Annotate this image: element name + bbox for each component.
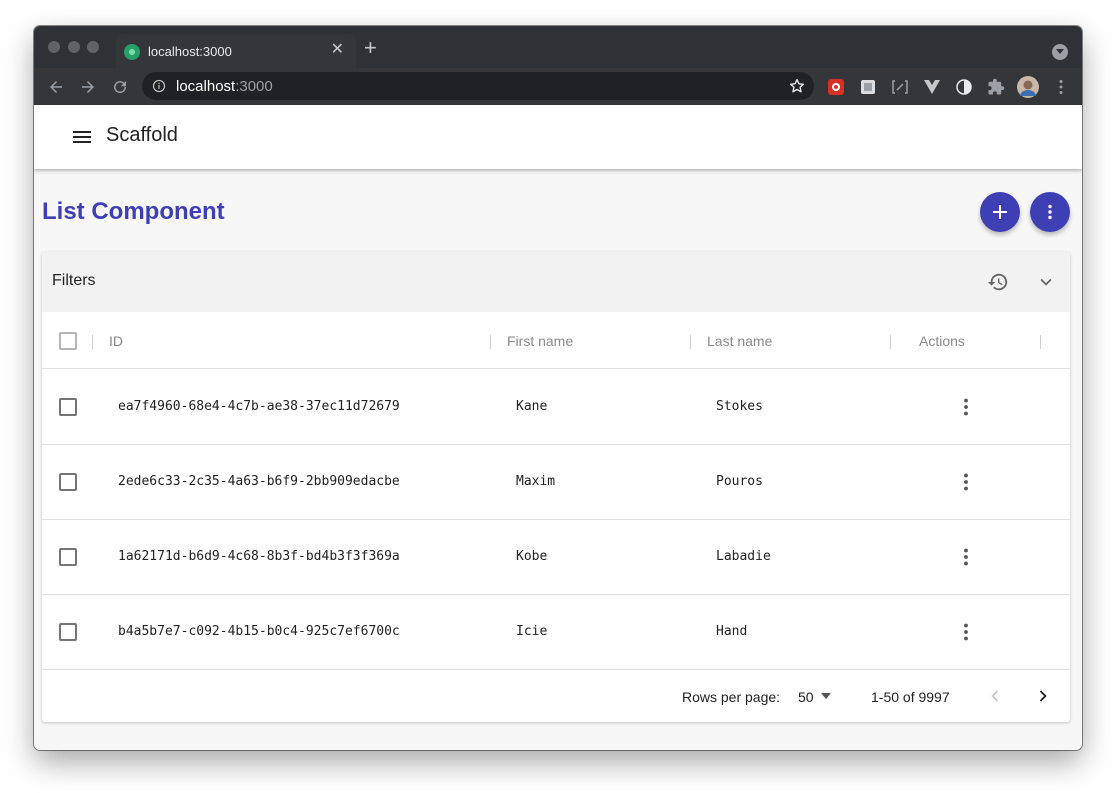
filters-title: Filters [52,272,96,289]
forward-icon[interactable] [79,78,97,96]
browser-tab[interactable]: localhost:3000 ✕ [116,34,356,68]
previous-page-icon[interactable] [984,685,1006,707]
next-page-icon[interactable] [1032,685,1054,707]
column-separator[interactable] [1040,335,1041,349]
row-actions-icon[interactable] [958,397,974,417]
cell-first-name: Maxim [516,474,556,489]
cell-last-name: Hand [716,624,748,639]
row-checkbox[interactable] [59,398,77,416]
cell-first-name: Icie [516,624,548,639]
column-header-first-name[interactable]: First name [507,333,573,349]
plus-icon [993,205,1007,219]
more-actions-button[interactable] [1030,192,1070,232]
row-checkbox[interactable] [59,548,77,566]
cell-last-name: Pouros [716,474,763,489]
cell-last-name: Labadie [716,549,771,564]
vue-devtools-icon[interactable] [923,78,941,96]
close-tab-icon[interactable]: ✕ [331,42,344,58]
row-checkbox[interactable] [59,623,77,641]
close-window-button[interactable] [48,41,60,53]
column-header-last-name[interactable]: Last name [707,333,772,349]
row-checkbox[interactable] [59,473,77,491]
table-row[interactable]: ea7f4960-68e4-4c7b-ae38-37ec11d72679 Kan… [42,370,1070,445]
chevron-down-icon[interactable] [1035,271,1057,293]
browser-toolbar: localhost:3000 [34,68,1082,105]
more-vert-icon [1048,204,1052,220]
menu-icon[interactable] [72,127,92,147]
column-separator[interactable] [890,335,891,349]
new-tab-icon[interactable]: + [364,37,377,59]
cell-id: 2ede6c33-2c35-4a63-b6f9-2bb909edacbe [118,474,400,489]
extension-red-icon[interactable] [827,78,845,96]
column-separator[interactable] [690,335,691,349]
table-header: ID First name Last name Actions [42,312,1070,369]
add-button[interactable] [980,192,1020,232]
list-card: Filters ID First name Last name Actions … [42,252,1070,722]
table-row[interactable]: 1a62171d-b6d9-4c68-8b3f-bd4b3f3f369a Kob… [42,520,1070,595]
avatar[interactable] [1017,76,1039,98]
extensions-puzzle-icon[interactable] [987,78,1005,96]
cell-id: ea7f4960-68e4-4c7b-ae38-37ec11d72679 [118,399,400,414]
page-range: 1-50 of 9997 [871,689,950,705]
app-title: Scaffold [106,124,178,146]
maximize-window-button[interactable] [87,41,99,53]
browser-window: localhost:3000 ✕ + localhost:3000 Scaffo… [34,26,1082,750]
cell-id: b4a5b7e7-c092-4b15-b0c4-925c7ef6700c [118,624,400,639]
extension-gray-icon[interactable] [859,78,877,96]
back-icon[interactable] [47,78,65,96]
cell-id: 1a62171d-b6d9-4c68-8b3f-bd4b3f3f369a [118,549,400,564]
table-row[interactable]: b4a5b7e7-c092-4b15-b0c4-925c7ef6700c Ici… [42,595,1070,670]
cell-first-name: Kobe [516,549,548,564]
row-actions-icon[interactable] [958,547,974,567]
star-icon[interactable] [788,77,806,95]
minimize-window-button[interactable] [68,41,80,53]
reload-icon[interactable] [111,78,129,96]
column-separator[interactable] [490,335,491,349]
cell-last-name: Stokes [716,399,763,414]
favicon-icon [124,44,140,60]
url-host: localhost [176,78,236,95]
row-actions-icon[interactable] [958,622,974,642]
filters-panel[interactable]: Filters [42,252,1070,312]
column-separator[interactable] [92,335,93,349]
tab-strip: localhost:3000 ✕ + [34,26,1082,68]
caret-down-icon[interactable] [820,692,832,700]
page-title: List Component [42,198,225,225]
rows-per-page-select[interactable]: 50 [798,689,814,705]
row-actions-icon[interactable] [958,472,974,492]
app-bar: Scaffold [34,105,1082,169]
url-port: :3000 [235,78,273,95]
url-text: localhost:3000 [176,78,273,95]
tab-title: localhost:3000 [148,44,232,59]
tab-search-icon[interactable] [1052,44,1068,60]
extension-bracket-icon[interactable] [891,78,909,96]
dark-mode-icon[interactable] [955,78,973,96]
column-header-actions: Actions [919,333,965,349]
pagination: Rows per page: 50 1-50 of 9997 [42,669,1070,722]
table-row[interactable]: 2ede6c33-2c35-4a63-b6f9-2bb909edacbe Max… [42,445,1070,520]
history-icon[interactable] [987,271,1009,293]
rows-per-page-label: Rows per page: [682,689,781,705]
cell-first-name: Kane [516,399,548,414]
more-vert-icon[interactable] [1052,78,1070,96]
address-bar[interactable]: localhost:3000 [142,72,814,100]
select-all-checkbox[interactable] [59,332,77,350]
info-icon[interactable] [152,79,166,93]
column-header-id[interactable]: ID [109,333,123,349]
